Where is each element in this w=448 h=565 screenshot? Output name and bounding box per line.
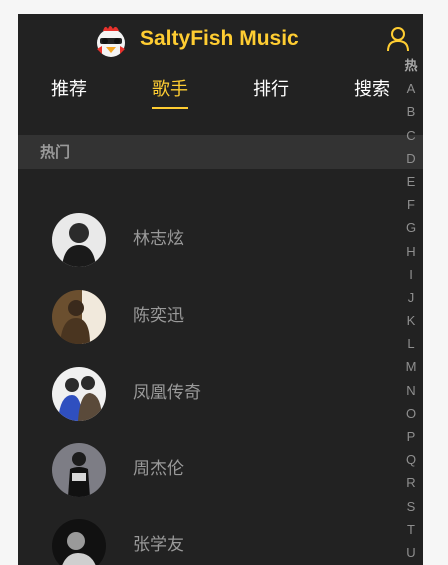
brand-title: SaltyFish Music (140, 27, 299, 50)
singer-name: 陈奕迅 (133, 306, 184, 326)
list-item[interactable]: 凤凰传奇 (18, 365, 398, 425)
list-item[interactable]: 林志炫 (18, 211, 398, 271)
list-item[interactable]: 周杰伦 (18, 441, 398, 501)
shortcut-item-l[interactable]: L (401, 332, 421, 355)
shortcut-item-t[interactable]: T (401, 518, 421, 541)
group-header: 热门 (18, 135, 423, 169)
singer-name: 张学友 (133, 535, 184, 555)
shortcut-item-b[interactable]: B (401, 100, 421, 123)
shortcut-item-hot[interactable]: 热 (401, 54, 421, 77)
shortcut-item-u[interactable]: U (401, 541, 421, 564)
shortcut-item-m[interactable]: M (401, 355, 421, 378)
list-item[interactable]: 张学友 (18, 517, 398, 565)
singer-name: 林志炫 (133, 229, 184, 249)
shortcut-item-f[interactable]: F (401, 193, 421, 216)
active-tab-indicator (152, 107, 188, 109)
shortcut-item-n[interactable]: N (401, 379, 421, 402)
avatar (52, 367, 106, 421)
chicken-mascot-icon (97, 26, 125, 57)
shortcut-item-r[interactable]: R (401, 471, 421, 494)
shortcut-item-k[interactable]: K (401, 309, 421, 332)
tab-recommend[interactable]: 推荐 (51, 78, 87, 102)
app-header: SaltyFish Music (18, 14, 423, 66)
shortcut-item-j[interactable]: J (401, 286, 421, 309)
tab-singer[interactable]: 歌手 (152, 78, 188, 102)
singer-name: 周杰伦 (133, 459, 184, 479)
shortcut-item-o[interactable]: O (401, 402, 421, 425)
music-app: SaltyFish Music 推荐 歌手 排行 搜索 热门 林志炫 陈奕迅 凤… (18, 14, 423, 565)
alphabet-shortcut-bar[interactable]: 热 A B C D E F G H I J K L M N O P Q R S … (401, 54, 421, 564)
shortcut-item-d[interactable]: D (401, 147, 421, 170)
tab-search[interactable]: 搜索 (354, 78, 390, 102)
shortcut-item-g[interactable]: G (401, 216, 421, 239)
group-title: 热门 (40, 143, 71, 161)
avatar (52, 519, 106, 565)
shortcut-item-c[interactable]: C (401, 124, 421, 147)
shortcut-item-s[interactable]: S (401, 495, 421, 518)
tab-rank[interactable]: 排行 (253, 78, 289, 102)
tab-bar: 推荐 歌手 排行 搜索 (18, 76, 423, 120)
shortcut-item-p[interactable]: P (401, 425, 421, 448)
shortcut-item-h[interactable]: H (401, 240, 421, 263)
shortcut-item-q[interactable]: Q (401, 448, 421, 471)
avatar (52, 213, 106, 267)
shortcut-item-i[interactable]: I (401, 263, 421, 286)
shortcut-item-a[interactable]: A (401, 77, 421, 100)
singer-name: 凤凰传奇 (133, 383, 201, 403)
list-item[interactable]: 陈奕迅 (18, 288, 398, 348)
shortcut-item-e[interactable]: E (401, 170, 421, 193)
avatar (52, 443, 106, 497)
user-profile-icon[interactable] (386, 26, 410, 52)
avatar (52, 290, 106, 344)
